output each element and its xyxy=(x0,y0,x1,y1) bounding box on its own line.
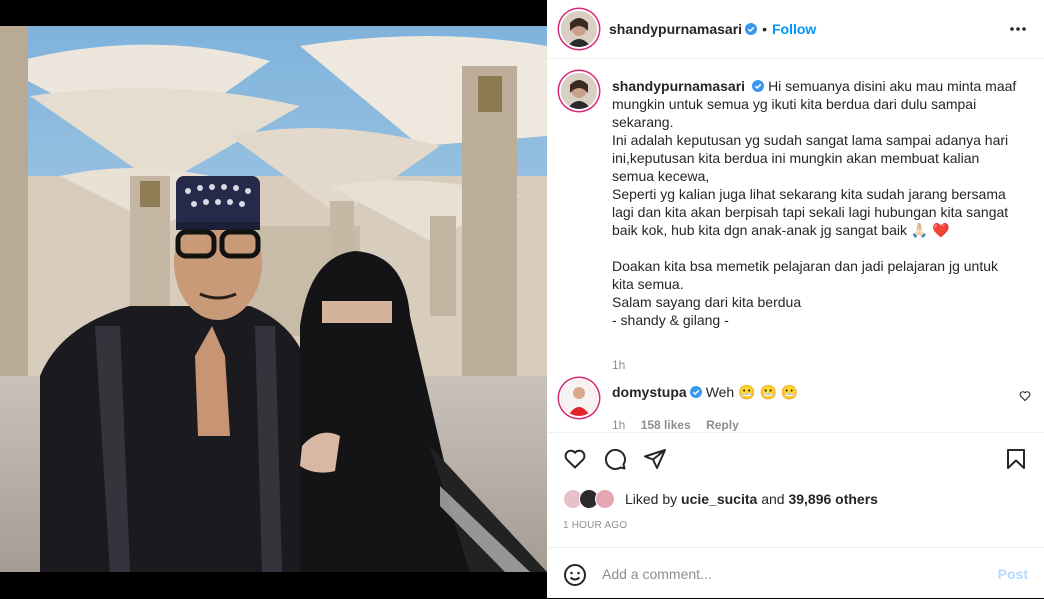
comment-likes[interactable]: 158 likes xyxy=(641,418,691,431)
bookmark-icon[interactable] xyxy=(1004,447,1028,471)
post-media-pane xyxy=(0,0,547,598)
comment-text: Weh xyxy=(705,384,735,400)
avatar-image xyxy=(561,11,597,47)
share-icon[interactable] xyxy=(643,447,667,471)
avatar-image xyxy=(561,73,597,109)
heart-icon[interactable] xyxy=(563,447,587,471)
avatar-image xyxy=(561,380,597,416)
comment-emoji: 😬 xyxy=(780,384,799,400)
comment-heart-icon[interactable] xyxy=(1019,390,1031,402)
caption-author-username[interactable]: shandypurnamasari xyxy=(612,78,745,94)
verified-icon xyxy=(745,23,758,35)
caption-author-avatar[interactable] xyxy=(561,73,597,109)
more-icon[interactable] xyxy=(1008,19,1028,39)
post-photo[interactable] xyxy=(0,26,547,572)
comment-composer: Post xyxy=(547,547,1044,599)
post-header: shandypurnamasari • Follow xyxy=(547,0,1044,59)
author-info: shandypurnamasari • Follow xyxy=(609,21,816,37)
comment-emoji: 😬 xyxy=(759,384,777,400)
comment-body: domystupa Weh 😬 😬 😬 xyxy=(612,384,798,401)
comment-time: 1h xyxy=(612,418,626,431)
photo-illustration xyxy=(0,26,547,572)
liked-by-user[interactable]: ucie_sucita xyxy=(681,491,757,507)
comment-input[interactable] xyxy=(602,564,972,584)
liker-avatars xyxy=(563,489,621,509)
action-bar xyxy=(547,432,1044,485)
follow-button[interactable]: Follow xyxy=(772,21,816,37)
liker-avatar xyxy=(595,489,615,509)
comment-author-username[interactable]: domystupa xyxy=(612,384,687,400)
comments-section[interactable]: shandypurnamasari Hi semuanya disini aku … xyxy=(547,59,1044,431)
verified-icon xyxy=(689,386,702,398)
author-avatar[interactable] xyxy=(561,11,597,47)
separator-dot: • xyxy=(762,21,767,37)
liked-by-prefix: Liked by xyxy=(625,491,678,507)
comment-meta: 1h 158 likes Reply xyxy=(612,418,751,431)
liked-by-others[interactable]: 39,896 others xyxy=(788,491,878,507)
comment-icon[interactable] xyxy=(603,447,627,471)
post-panel: shandypurnamasari • Follow shandypurnama… xyxy=(547,0,1044,598)
emoji-icon[interactable] xyxy=(563,563,587,587)
verified-icon xyxy=(752,80,765,92)
comment-author-avatar[interactable] xyxy=(561,380,597,416)
likes-summary: Liked by ucie_sucita and 39,896 others xyxy=(563,487,878,511)
reply-button[interactable]: Reply xyxy=(706,418,739,431)
comment-emoji: 😬 xyxy=(738,384,756,400)
caption-text: Hi semuanya disini aku mau minta maaf mu… xyxy=(612,78,1017,328)
post-timestamp[interactable]: 1 HOUR AGO xyxy=(563,520,627,531)
author-username[interactable]: shandypurnamasari xyxy=(609,21,742,37)
post-comment-button[interactable]: Post xyxy=(998,566,1028,582)
caption-time: 1h xyxy=(612,358,626,372)
caption: shandypurnamasari Hi semuanya disini aku … xyxy=(612,77,1022,329)
liked-by-and: and xyxy=(761,491,785,507)
